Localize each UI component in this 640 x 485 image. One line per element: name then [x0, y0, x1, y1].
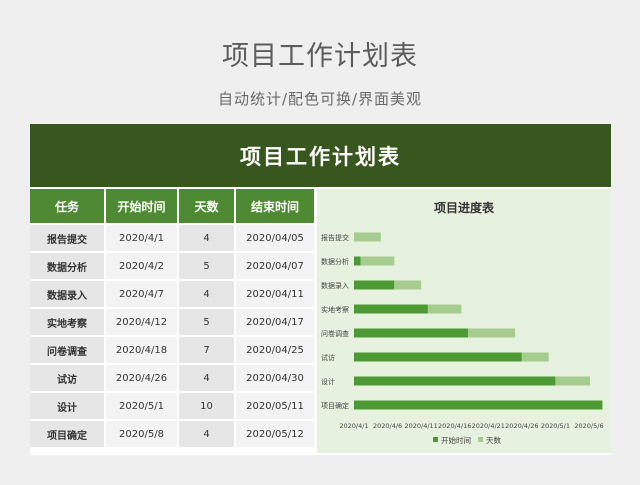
start-date-cell[interactable]: 2020/4/2 [105, 252, 179, 281]
x-tick-label: 2020/4/16 [438, 422, 471, 430]
column-header[interactable]: 天数 [178, 189, 236, 225]
start-date-cell[interactable]: 2020/5/1 [105, 392, 179, 421]
start-bar [354, 328, 469, 338]
end-date-cell[interactable]: 2020/04/05 [235, 224, 316, 253]
days-cell[interactable]: 4 [178, 224, 236, 253]
legend-label-start: 开始时间 [441, 435, 471, 445]
column-header[interactable]: 开始时间 [105, 189, 179, 225]
table-row: 数据录入 2020/4/7 4 2020/04/11 [30, 280, 316, 309]
category-label: 问卷调查 [321, 329, 349, 338]
days-cell[interactable]: 5 [178, 308, 236, 337]
days-bar [427, 304, 462, 314]
x-tick-label: 2020/4/11 [404, 422, 437, 430]
column-header[interactable]: 任务 [30, 189, 106, 225]
end-date-cell[interactable]: 2020/05/11 [235, 392, 316, 421]
page-title: 项目工作计划表 [222, 41, 418, 72]
table-row: 项目确定 2020/5/8 4 2020/05/12 [30, 420, 316, 449]
start-bar [354, 304, 428, 314]
progress-chart-svg: 项目进度表 报告提交数据分析数据录入实地考察问卷调查试访设计项目确定 2020/4… [321, 200, 604, 445]
start-date-cell[interactable]: 2020/5/8 [105, 420, 179, 449]
days-bar [354, 232, 381, 242]
plan-sheet: 项目工作计划表 任务 开始时间 天数 结束时间 报告提交 2020/4/1 4 202… [30, 124, 611, 455]
legend-swatch-days [478, 437, 483, 442]
x-tick-label: 2020/4/21 [472, 422, 505, 430]
task-cell[interactable]: 报告提交 [30, 224, 106, 253]
end-date-cell[interactable]: 2020/04/30 [235, 364, 316, 393]
task-table: 任务 开始时间 天数 结束时间 报告提交 2020/4/1 4 2020/04/05 数… [30, 189, 316, 449]
x-tick-label: 2020/4/1 [339, 422, 368, 430]
progress-chart: 项目进度表 报告提交数据分析数据录入实地考察问卷调查试访设计项目确定 2020/4… [317, 189, 611, 453]
task-cell[interactable]: 数据录入 [30, 280, 106, 309]
start-bar [354, 376, 556, 386]
days-bar [394, 280, 422, 290]
task-cell[interactable]: 问卷调查 [30, 336, 106, 365]
x-tick-label: 2020/4/26 [505, 422, 538, 430]
days-bar [555, 376, 590, 386]
legend-label-days: 天数 [486, 435, 501, 445]
legend-swatch-start [433, 437, 438, 442]
category-label: 数据分析 [321, 257, 349, 266]
table-row: 实地考察 2020/4/12 5 2020/04/17 [30, 308, 316, 337]
x-tick-label: 2020/5/1 [541, 422, 570, 430]
days-bar [360, 256, 395, 266]
end-date-cell[interactable]: 2020/04/07 [235, 252, 316, 281]
task-cell[interactable]: 设计 [30, 392, 106, 421]
chart-title: 项目进度表 [434, 200, 495, 215]
task-cell[interactable]: 项目确定 [30, 420, 106, 449]
x-tick-label: 2020/4/6 [373, 422, 402, 430]
task-table-body: 报告提交 2020/4/1 4 2020/04/05 数据分析 2020/4/2 5 2020… [30, 224, 316, 449]
days-bar [468, 328, 516, 338]
start-bar [354, 280, 395, 290]
table-row: 设计 2020/5/1 10 2020/05/11 [30, 392, 316, 421]
table-row: 试访 2020/4/26 4 2020/04/30 [30, 364, 316, 393]
start-date-cell[interactable]: 2020/4/26 [105, 364, 179, 393]
start-date-cell[interactable]: 2020/4/7 [105, 280, 179, 309]
task-cell[interactable]: 数据分析 [30, 252, 106, 281]
category-label: 报告提交 [321, 233, 349, 242]
column-header[interactable]: 结束时间 [235, 189, 316, 225]
start-date-cell[interactable]: 2020/4/12 [105, 308, 179, 337]
x-tick-label: 2020/5/6 [574, 422, 603, 430]
category-label: 实地考察 [321, 305, 349, 314]
start-date-cell[interactable]: 2020/4/1 [105, 224, 179, 253]
days-cell[interactable]: 7 [178, 336, 236, 365]
start-bar [354, 256, 361, 266]
task-cell[interactable]: 实地考察 [30, 308, 106, 337]
start-date-cell[interactable]: 2020/4/18 [105, 336, 179, 365]
table-row: 报告提交 2020/4/1 4 2020/04/05 [30, 224, 316, 253]
days-cell[interactable]: 4 [178, 364, 236, 393]
table-row: 数据分析 2020/4/2 5 2020/04/07 [30, 252, 316, 281]
table-row: 问卷调查 2020/4/18 7 2020/04/25 [30, 336, 316, 365]
category-label: 数据录入 [321, 281, 349, 290]
days-cell[interactable]: 4 [178, 420, 236, 449]
days-cell[interactable]: 4 [178, 280, 236, 309]
end-date-cell[interactable]: 2020/04/17 [235, 308, 316, 337]
table-header-row: 任务 开始时间 天数 结束时间 [30, 189, 316, 225]
category-label: 设计 [321, 377, 335, 386]
end-date-cell[interactable]: 2020/04/11 [235, 280, 316, 309]
start-bar [354, 400, 603, 410]
task-cell[interactable]: 试访 [30, 364, 106, 393]
category-label: 项目确定 [321, 401, 349, 410]
days-cell[interactable]: 5 [178, 252, 236, 281]
end-date-cell[interactable]: 2020/04/25 [235, 336, 316, 365]
days-cell[interactable]: 10 [178, 392, 236, 421]
end-date-cell[interactable]: 2020/05/12 [235, 420, 316, 449]
sheet-banner: 项目工作计划表 [30, 124, 611, 187]
sheet-banner-title: 项目工作计划表 [240, 144, 401, 169]
page-subtitle: 自动统计/配色可换/界面美观 [217, 90, 423, 108]
category-label: 试访 [321, 353, 335, 362]
start-bar [354, 352, 522, 362]
days-bar [521, 352, 549, 362]
